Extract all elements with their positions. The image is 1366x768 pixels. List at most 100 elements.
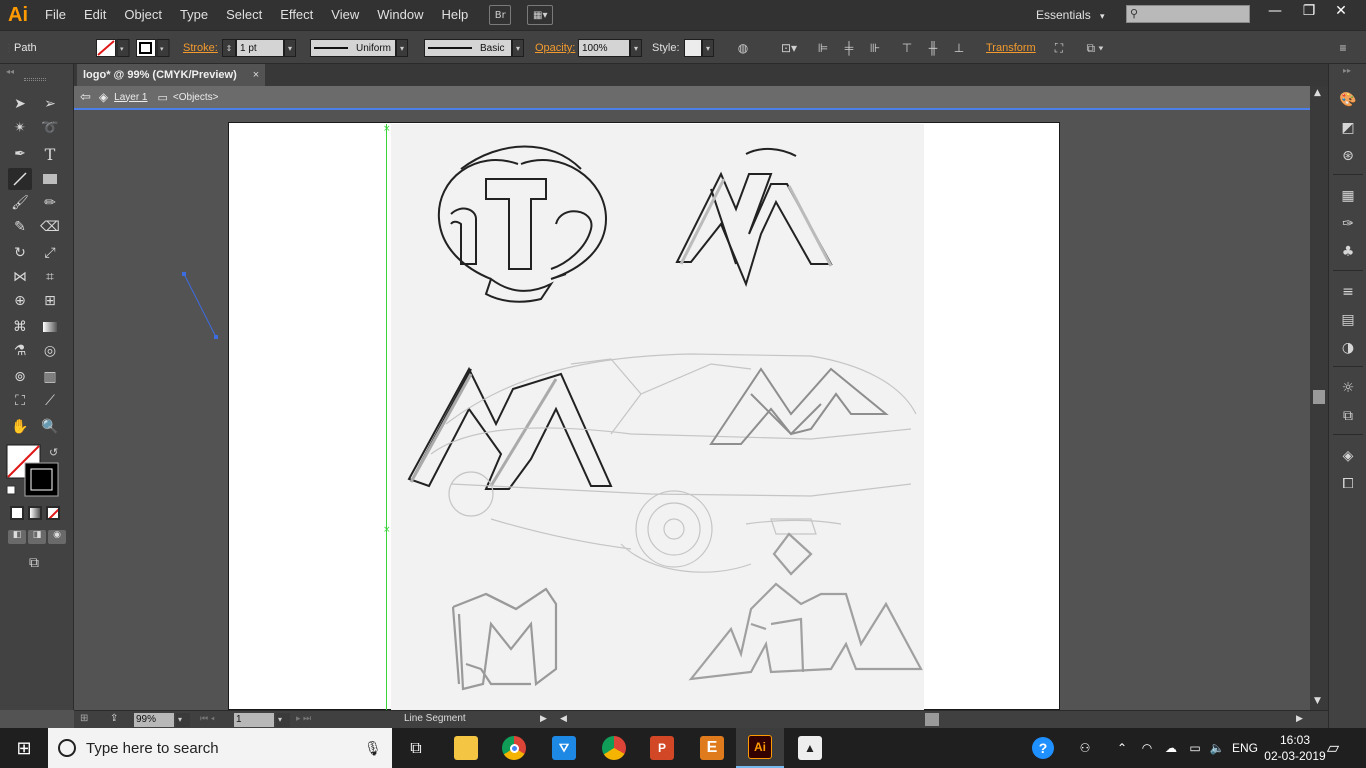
align-right-button[interactable]: ⊪ [866,31,884,65]
last-artboard-icon[interactable]: ▸ ⏭ [296,713,311,724]
perspective-grid-tool[interactable]: ⊞ [38,290,62,312]
type-tool[interactable]: T [38,143,62,165]
taskbar-search[interactable]: Type here to search 🎙 [48,728,392,768]
slice-tool[interactable]: ⟋ [38,390,62,412]
collapse-icon[interactable]: ◂◂ [6,67,14,76]
draw-inside-button[interactable]: ◉ [48,530,66,544]
start-button[interactable]: ⊞ [0,728,48,768]
canvas[interactable]: × × [74,112,1310,710]
mesh-tool[interactable]: ⌘ [8,316,32,338]
vertical-scrollbar[interactable]: ▲ ▼ [1310,86,1328,710]
selection-tool[interactable]: ➤ [8,93,32,115]
show-hidden-icons-button[interactable]: ⌃ [1114,728,1130,768]
menu-edit[interactable]: Edit [75,0,115,30]
status-menu-icon[interactable]: ▶ [540,713,547,724]
scale-tool[interactable]: ⤢ [38,242,62,264]
artboard[interactable] [228,122,1060,710]
workspace-switcher[interactable]: Essentials ▾ [1030,0,1105,30]
align-horizontal-center-button[interactable]: ╪ [840,31,858,65]
document-tab[interactable]: logo* @ 99% (CMYK/Preview) × [77,64,265,86]
symbols-panel-button[interactable]: ♣ [1338,242,1358,262]
scroll-down-icon[interactable]: ▼ [1314,696,1321,706]
lasso-tool[interactable]: ➰ [38,117,62,139]
variable-width-profile[interactable]: Uniform ▾ [310,31,408,65]
artboard-tool[interactable]: ⛶ [8,390,32,412]
volume-button[interactable]: 🔈 [1208,728,1226,768]
menu-view[interactable]: View [322,0,368,30]
clock[interactable]: 16:03 02-03-2019 [1264,728,1326,768]
powerpoint-app[interactable]: P [638,728,686,768]
horizontal-scroll-thumb[interactable] [925,713,939,726]
expand-panels-icon[interactable]: ▸▸ [1343,66,1351,75]
free-transform-tool[interactable]: ⌗ [38,266,62,288]
first-artboard-icon[interactable]: ⏮ ◂ [200,713,215,724]
stroke-swatch[interactable]: ▾ [136,31,170,65]
line-segment-tool[interactable] [8,168,32,190]
rectangle-tool[interactable] [38,168,62,190]
chevron-down-icon[interactable]: ▾ [284,39,296,57]
swatches-panel-button[interactable]: ▦ [1338,186,1358,206]
battery-button[interactable]: ▭ [1186,728,1204,768]
eraser-tool[interactable]: ⌫ [38,216,62,238]
color-guide-panel-button[interactable]: ◩ [1338,118,1358,138]
zoom-tool[interactable]: 🔍 [38,416,62,438]
opacity-input[interactable]: 100% [578,39,630,57]
menu-help[interactable]: Help [432,0,477,30]
minimize-button[interactable]: — [1256,0,1294,22]
fill-stroke-widget[interactable]: ↺ [6,444,66,503]
menu-effect[interactable]: Effect [271,0,322,30]
breadcrumb-layer[interactable]: Layer 1 [114,92,147,103]
recolor-artwork-button[interactable]: ◍ [734,31,752,65]
menu-select[interactable]: Select [217,0,271,30]
scroll-right-icon[interactable]: ▶ [1296,713,1303,724]
color-panel-button[interactable]: 🎨 [1338,90,1358,110]
stroke-panel-button[interactable]: ≡ [1338,282,1358,302]
arrange-documents-button[interactable]: ▦▾ [527,5,554,25]
gradient-panel-button[interactable]: ▤ [1338,310,1358,330]
bridge-button[interactable]: Br [489,5,512,25]
chrome-profile-app[interactable] [590,728,638,768]
chevron-down-icon[interactable]: ▾ [176,713,190,727]
back-arrow-icon[interactable]: ⇦ [80,89,91,105]
menu-type[interactable]: Type [171,0,217,30]
gradient-mode-button[interactable] [28,506,42,520]
none-mode-button[interactable] [46,506,60,520]
align-top-button[interactable]: ⊤ [898,31,916,65]
screen-mode-button[interactable]: ⧉ [22,552,46,574]
align-left-button[interactable]: ⊫ [814,31,832,65]
column-graph-tool[interactable]: ▥ [38,366,62,388]
shape-builder-tool[interactable]: ⊕ [8,290,32,312]
transform-link[interactable]: Transform [986,31,1036,65]
graphic-style-picker[interactable]: ▾ [684,31,714,65]
scroll-up-icon[interactable]: ▲ [1314,88,1321,98]
microphone-icon[interactable]: 🎙 [364,740,382,757]
brush-definition[interactable]: Basic ▾ [424,31,524,65]
magic-wand-tool[interactable]: ✴ [8,117,32,139]
chrome-app[interactable] [490,728,538,768]
vertical-scroll-thumb[interactable] [1313,390,1325,404]
menu-file[interactable]: File [36,0,75,30]
people-button[interactable]: ⚇ [1074,728,1096,768]
stroke-weight-input[interactable]: 1 pt [236,39,284,57]
chevron-down-icon[interactable]: ▾ [630,39,642,57]
paintbrush-tool[interactable]: 🖌 [8,192,32,214]
layers-panel-button[interactable]: ◈ [1338,446,1358,466]
draw-behind-button[interactable]: ◨ [28,530,46,544]
artboard-number-input[interactable]: 1 [234,713,274,727]
close-tab-icon[interactable]: × [253,69,259,81]
menu-window[interactable]: Window [368,0,432,30]
menu-object[interactable]: Object [115,0,171,30]
draw-normal-button[interactable]: ◧ [8,530,26,544]
shaper-tool[interactable]: ✎ [8,216,32,238]
network-button[interactable]: ◠ [1138,728,1156,768]
symbol-sprayer-tool[interactable]: ⊚ [8,366,32,388]
gradient-tool[interactable] [38,316,62,338]
photos-app[interactable]: ▲ [786,728,834,768]
chevron-down-icon[interactable]: ▾ [276,713,290,727]
opacity-control[interactable]: 100% ▾ [578,31,642,65]
panel-menu-button[interactable]: ≡ [1334,31,1352,65]
transparency-panel-button[interactable]: ◑ [1338,338,1358,358]
illustrator-app[interactable]: Ai [736,728,784,768]
graphic-styles-panel-button[interactable]: ⧉ [1338,406,1358,426]
isolate-selection-button[interactable]: ⛶ [1050,31,1068,65]
